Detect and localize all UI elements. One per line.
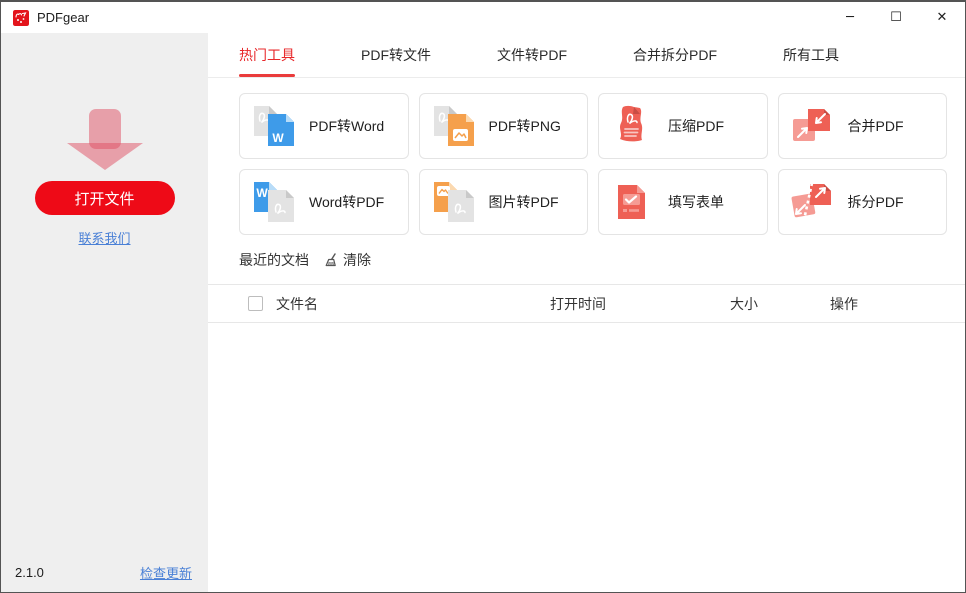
- tool-card-compress-pdf[interactable]: 压缩PDF: [598, 93, 768, 159]
- pdf-to-png-icon: [433, 106, 474, 146]
- clear-recent-label: 清除: [343, 252, 371, 268]
- svg-text:W: W: [272, 131, 284, 145]
- tool-tabs: 热门工具 PDF转文件 文件转PDF 合并拆分PDF 所有工具: [208, 33, 965, 78]
- tool-card-pdf-to-png[interactable]: PDF转PNG: [418, 93, 588, 159]
- tab-all-tools[interactable]: 所有工具: [783, 33, 839, 77]
- pdfgear-logo-icon: [13, 9, 29, 26]
- tool-card-label: Word转PDF: [309, 194, 385, 210]
- tool-card-label: 压缩PDF: [668, 118, 724, 134]
- compress-pdf-icon: [620, 105, 643, 142]
- column-size: 大小: [730, 295, 758, 312]
- pdf-to-word-icon: W: [254, 106, 294, 146]
- version-label: 2.1.0: [15, 565, 44, 580]
- word-to-pdf-icon: W: [254, 182, 294, 222]
- maximize-button[interactable]: ☐: [873, 2, 919, 33]
- tab-pdf-to-file[interactable]: PDF转文件: [361, 33, 431, 77]
- contact-us-link[interactable]: 联系我们: [78, 228, 130, 247]
- tool-card-word-to-pdf[interactable]: W Word转PDF: [239, 169, 409, 235]
- tab-merge-split-pdf[interactable]: 合并拆分PDF: [633, 33, 717, 77]
- app-title: PDFgear: [37, 10, 90, 25]
- tool-card-label: 图片转PDF: [488, 194, 559, 210]
- split-pdf-icon: [791, 182, 831, 221]
- recent-table-header: 文件名 打开时间 大小 操作: [208, 284, 965, 323]
- main-panel: 热门工具 PDF转文件 文件转PDF 合并拆分PDF 所有工具 W PDF转Wo…: [208, 33, 965, 592]
- tool-card-fill-form[interactable]: 填写表单: [598, 169, 768, 235]
- tool-card-label: 合并PDF: [847, 118, 904, 134]
- recent-documents-title: 最近的文档: [239, 252, 309, 268]
- minimize-button[interactable]: ─: [827, 2, 873, 33]
- column-open-time: 打开时间: [550, 295, 606, 312]
- image-to-pdf-icon: [433, 182, 474, 222]
- broom-icon: [325, 253, 336, 267]
- title-bar: PDFgear ─ ☐ ✕: [1, 2, 965, 33]
- tab-file-to-pdf[interactable]: 文件转PDF: [497, 33, 567, 77]
- tab-hot-tools[interactable]: 热门工具: [239, 33, 295, 77]
- recent-documents-header: 最近的文档 清除: [239, 250, 947, 270]
- tool-card-pdf-to-word[interactable]: W PDF转Word: [239, 93, 409, 159]
- tool-card-merge-pdf[interactable]: 合并PDF: [777, 93, 947, 159]
- svg-text:W: W: [256, 186, 268, 200]
- clear-recent-button[interactable]: 清除: [323, 250, 371, 270]
- tool-card-label: 填写表单: [668, 194, 724, 210]
- open-file-button[interactable]: 打开文件: [34, 181, 175, 215]
- fill-form-icon: [618, 185, 645, 219]
- merge-pdf-icon: [792, 109, 830, 141]
- check-update-link[interactable]: 检查更新: [140, 563, 192, 582]
- sidebar-footer: 2.1.0 检查更新: [1, 563, 208, 582]
- pdfgear-window: PDFgear ─ ☐ ✕ 打开文件 联系我们 2.1.0 检查更新 热门工具: [0, 0, 966, 593]
- close-button[interactable]: ✕: [919, 2, 965, 33]
- column-filename: 文件名: [276, 295, 318, 312]
- tool-card-split-pdf[interactable]: 拆分PDF: [777, 169, 947, 235]
- select-all-checkbox[interactable]: [248, 296, 263, 311]
- tool-card-grid: W PDF转Word PDF转PNG 压缩PDF 合并PDF W Word转PD…: [239, 93, 947, 235]
- column-operation: 操作: [830, 295, 858, 312]
- sidebar: 打开文件 联系我们 2.1.0 检查更新: [1, 33, 208, 592]
- tool-card-label: PDF转PNG: [488, 118, 561, 134]
- tool-card-label: 拆分PDF: [847, 194, 904, 210]
- tool-card-image-to-pdf[interactable]: 图片转PDF: [418, 169, 588, 235]
- window-controls: ─ ☐ ✕: [827, 2, 965, 33]
- tool-card-label: PDF转Word: [309, 118, 385, 134]
- download-arrow-icon: [66, 109, 143, 170]
